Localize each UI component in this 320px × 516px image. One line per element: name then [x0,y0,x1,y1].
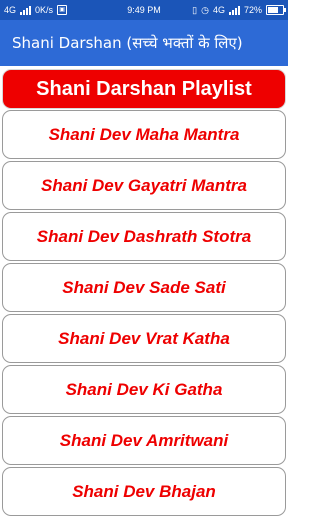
network-speed: 0K/s [35,5,54,15]
playlist-item-dashrath-stotra[interactable]: Shani Dev Dashrath Stotra [2,212,286,261]
alarm-icon: ◷ [201,4,209,15]
playlist-header: Shani Darshan Playlist [2,69,286,109]
signal-icon [20,5,32,15]
playlist-item-ki-gatha[interactable]: Shani Dev Ki Gatha [2,365,286,414]
playlist-item-vrat-katha[interactable]: Shani Dev Vrat Katha [2,314,286,363]
playlist-item-gayatri-mantra[interactable]: Shani Dev Gayatri Mantra [2,161,286,210]
status-left: 4G 0K/s ▣ [4,0,68,20]
network-type-left: 4G [4,5,17,15]
battery-icon [266,5,286,15]
app-bar: Shani Darshan (सच्चे भक्तों के लिए) [0,20,288,66]
playlist-item-maha-mantra[interactable]: Shani Dev Maha Mantra [2,110,286,159]
notification-icon: ▣ [57,5,68,15]
status-right: ▯ ◷ 4G 72% [192,0,286,20]
vibrate-icon: ▯ [192,4,198,15]
playlist-item-amritwani[interactable]: Shani Dev Amritwani [2,416,286,465]
battery-percent: 72% [243,5,262,15]
app-title: Shani Darshan (सच्चे भक्तों के लिए) [12,34,243,52]
playlist-item-bhajan[interactable]: Shani Dev Bhajan [2,467,286,516]
network-type-right: 4G [212,5,225,15]
signal-icon-right [228,5,240,15]
status-bar: 4G 0K/s ▣ 9:49 PM ▯ ◷ 4G 72% [0,0,288,20]
playlist-item-sade-sati[interactable]: Shani Dev Sade Sati [2,263,286,312]
